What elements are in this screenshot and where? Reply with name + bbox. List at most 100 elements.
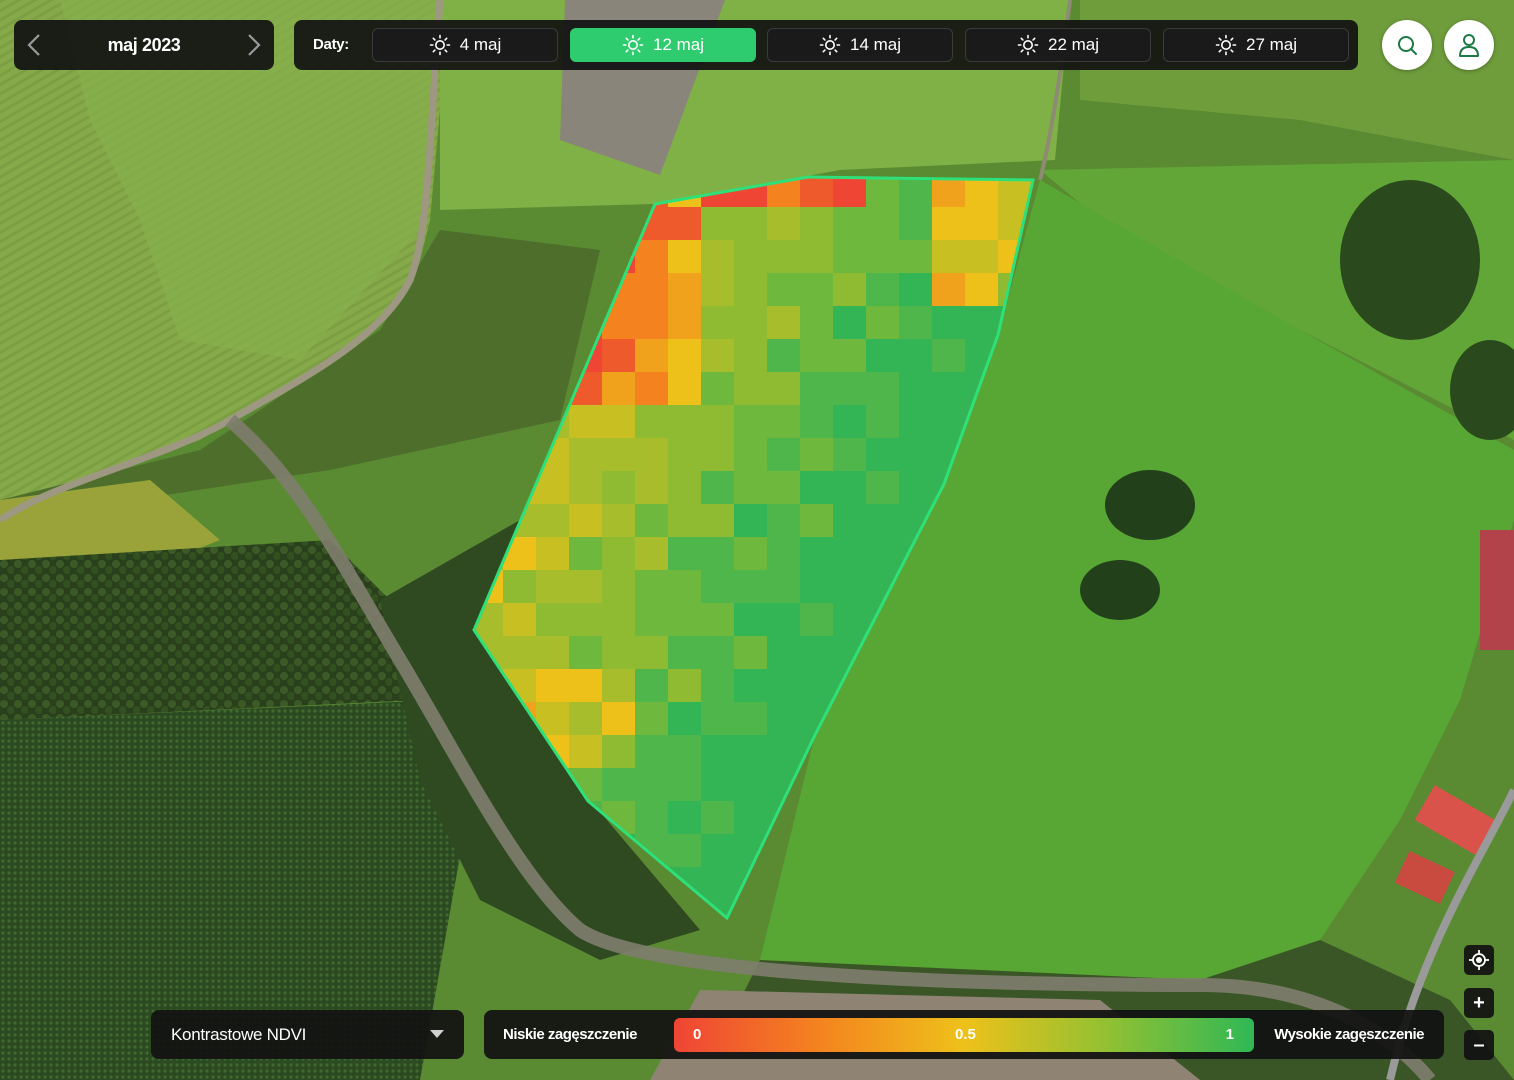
ndvi-cell <box>767 636 801 670</box>
ndvi-cell <box>767 339 801 373</box>
ndvi-cell <box>800 339 834 373</box>
ndvi-cell <box>668 471 702 505</box>
ndvi-cell <box>635 636 669 670</box>
dates-label: Daty: <box>313 36 350 53</box>
ndvi-cell <box>734 603 768 637</box>
ndvi-cell <box>668 768 702 802</box>
ndvi-cell <box>602 735 636 769</box>
ndvi-cell <box>668 801 702 835</box>
ndvi-cell <box>833 306 867 340</box>
ndvi-cell <box>734 735 768 769</box>
ndvi-cell <box>701 834 735 868</box>
layer-label: Kontrastowe NDVI <box>171 1025 307 1044</box>
ndvi-cell <box>833 537 867 571</box>
date-button-22-maj[interactable]: 22 maj <box>965 28 1151 62</box>
ndvi-cell <box>734 306 768 340</box>
date-button-14-maj[interactable]: 14 maj <box>767 28 953 62</box>
ndvi-cell <box>569 570 603 604</box>
sun-icon <box>819 34 841 56</box>
ndvi-cell <box>602 702 636 736</box>
ndvi-cell <box>668 405 702 439</box>
ndvi-cell <box>965 273 999 307</box>
ndvi-cell <box>965 240 999 274</box>
ndvi-cell <box>734 405 768 439</box>
ndvi-cell <box>734 702 768 736</box>
ndvi-cell <box>899 372 933 406</box>
ndvi-cell <box>899 339 933 373</box>
ndvi-cell <box>767 306 801 340</box>
ndvi-cell <box>800 504 834 538</box>
ndvi-cell <box>734 537 768 571</box>
layer-selector[interactable]: Kontrastowe NDVI <box>151 1010 464 1059</box>
ndvi-cell <box>734 768 768 802</box>
ndvi-cell <box>800 471 834 505</box>
ndvi-cell <box>800 636 834 670</box>
ndvi-cell <box>833 240 867 274</box>
ndvi-cell <box>767 735 801 769</box>
ndvi-cell <box>635 471 669 505</box>
ndvi-cell <box>701 405 735 439</box>
ndvi-cell <box>833 504 867 538</box>
ndvi-cell <box>899 207 933 241</box>
ndvi-cell <box>569 504 603 538</box>
dates-bar: Daty: 4 maj 12 maj 14 maj 22 maj 27 maj <box>294 20 1358 70</box>
legend-high-label: Wysokie zagęszczenie <box>1274 1026 1424 1043</box>
ndvi-cell <box>932 339 966 373</box>
ndvi-cell <box>635 702 669 736</box>
ndvi-cell <box>866 273 900 307</box>
user-button[interactable] <box>1444 20 1494 70</box>
date-button-12-maj[interactable]: 12 maj <box>570 28 756 62</box>
ndvi-cell <box>503 636 537 670</box>
legend-min-value: 0 <box>693 1026 702 1043</box>
ndvi-cell <box>635 306 669 340</box>
date-button-27-maj[interactable]: 27 maj <box>1163 28 1349 62</box>
next-month-button[interactable] <box>234 20 274 70</box>
ndvi-cell <box>701 372 735 406</box>
ndvi-cell <box>701 702 735 736</box>
ndvi-cell <box>602 504 636 538</box>
ndvi-cell <box>536 537 570 571</box>
ndvi-cell <box>668 735 702 769</box>
ndvi-cell <box>701 438 735 472</box>
ndvi-cell <box>833 438 867 472</box>
locate-button[interactable] <box>1464 945 1494 975</box>
ndvi-cell <box>701 471 735 505</box>
satellite-map[interactable] <box>0 0 1514 1080</box>
ndvi-cell <box>767 207 801 241</box>
date-label: 22 maj <box>1047 35 1100 54</box>
ndvi-cell <box>734 240 768 274</box>
ndvi-cell <box>800 240 834 274</box>
ndvi-cell <box>833 273 867 307</box>
minus-icon: – <box>1473 1034 1485 1056</box>
ndvi-cell <box>734 438 768 472</box>
legend-gradient-bar: 0 0.5 1 <box>674 1018 1254 1052</box>
ndvi-cell <box>668 207 702 241</box>
ndvi-cell <box>536 504 570 538</box>
ndvi-cell <box>800 372 834 406</box>
zoom-in-button[interactable]: + <box>1464 988 1494 1018</box>
search-button[interactable] <box>1382 20 1432 70</box>
sun-icon <box>1017 34 1039 56</box>
prev-month-button[interactable] <box>14 20 54 70</box>
ndvi-cell <box>734 504 768 538</box>
date-button-4-maj[interactable]: 4 maj <box>372 28 558 62</box>
ndvi-cell <box>833 207 867 241</box>
ndvi-cell <box>668 570 702 604</box>
ndvi-cell <box>635 405 669 439</box>
ndvi-cell <box>899 405 933 439</box>
ndvi-cell <box>701 537 735 571</box>
sun-icon <box>622 34 644 56</box>
ndvi-cell <box>635 537 669 571</box>
ndvi-cell <box>767 570 801 604</box>
ndvi-cell <box>767 603 801 637</box>
ndvi-cell <box>668 273 702 307</box>
ndvi-cell <box>767 240 801 274</box>
zoom-out-button[interactable]: – <box>1464 1030 1494 1060</box>
ndvi-cell <box>866 537 900 571</box>
ndvi-cell <box>833 570 867 604</box>
ndvi-cell <box>635 669 669 703</box>
ndvi-cell <box>800 207 834 241</box>
ndvi-cell <box>899 240 933 274</box>
ndvi-cell <box>734 570 768 604</box>
date-label: 27 maj <box>1245 35 1298 54</box>
